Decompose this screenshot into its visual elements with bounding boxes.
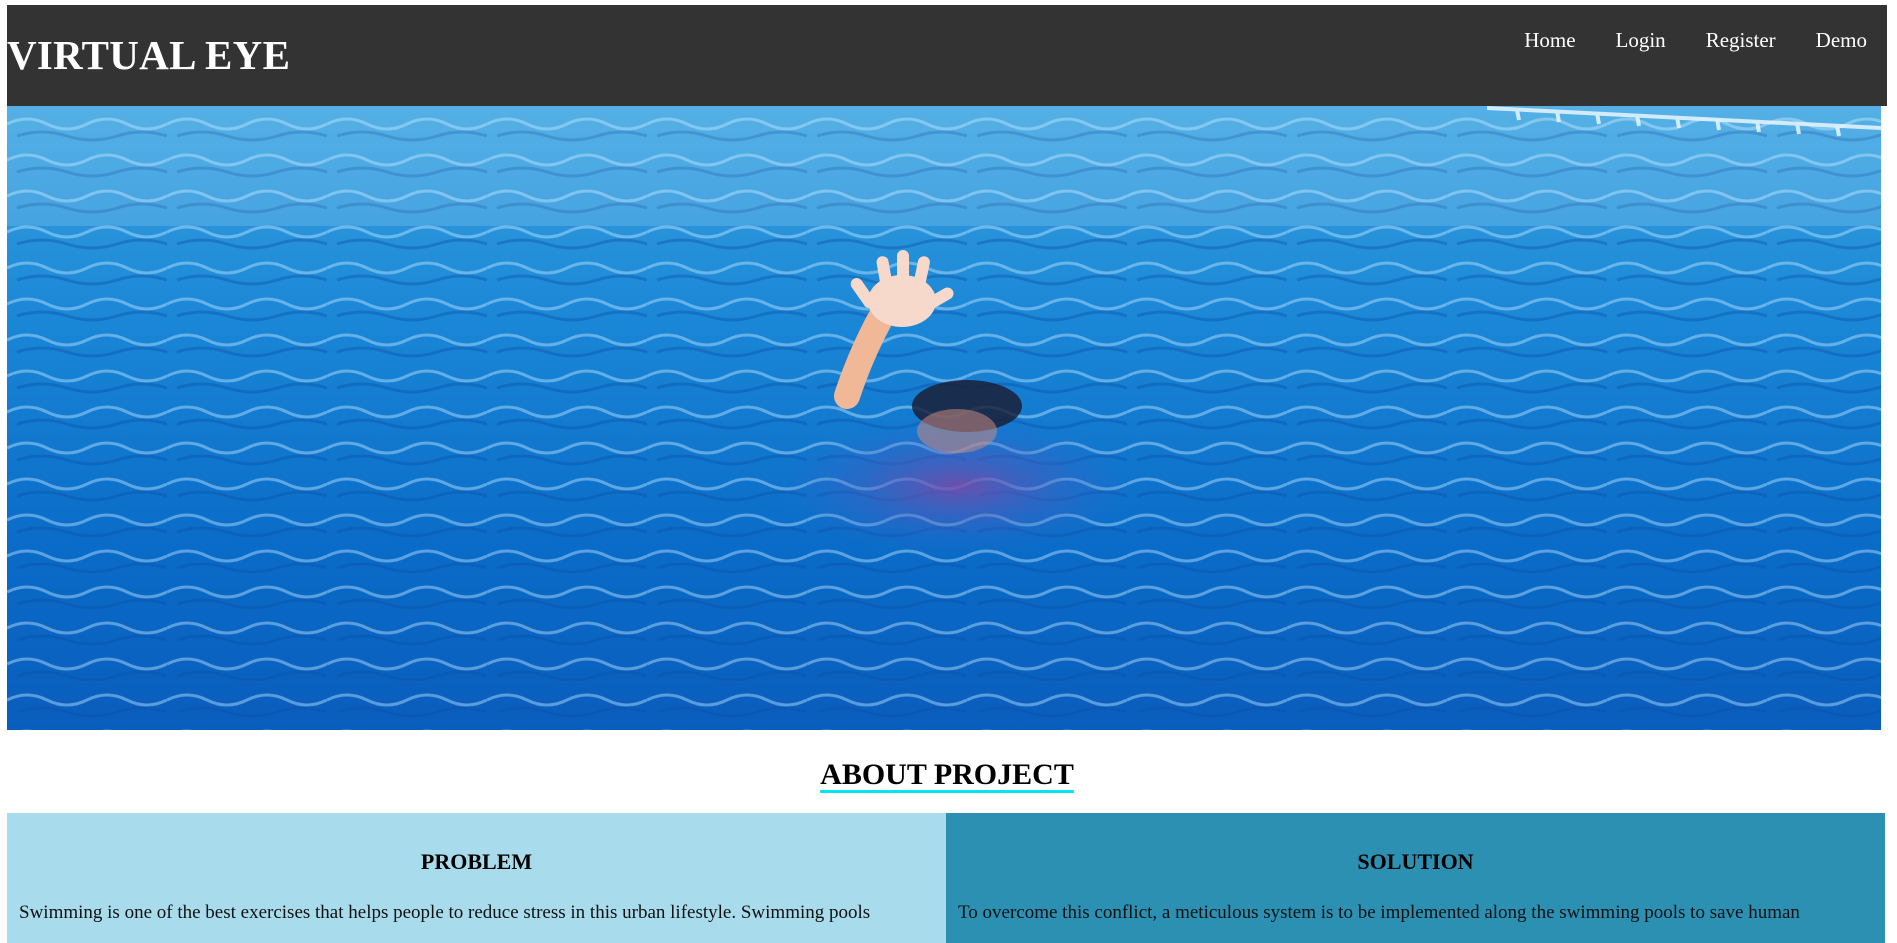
site-header: VIRTUAL EYE Home Login Register Demo — [7, 5, 1887, 106]
project-cards: PROBLEM Swimming is one of the best exer… — [7, 813, 1885, 943]
pool-illustration — [7, 106, 1881, 730]
page-scrollbar[interactable] — [1889, 0, 1897, 927]
nav-demo-link[interactable]: Demo — [1796, 25, 1887, 55]
hero-image — [7, 106, 1881, 730]
problem-text: Swimming is one of the best exercises th… — [19, 902, 871, 923]
solution-title: SOLUTION — [1357, 849, 1474, 874]
about-project-heading: ABOUT PROJECT — [7, 730, 1887, 792]
main-nav: Home Login Register Demo — [1504, 25, 1887, 55]
nav-register-link[interactable]: Register — [1686, 25, 1796, 55]
problem-title: PROBLEM — [420, 849, 533, 874]
problem-card: PROBLEM Swimming is one of the best exer… — [7, 813, 946, 943]
nav-login-link[interactable]: Login — [1596, 25, 1686, 55]
solution-card: SOLUTION To overcome this conflict, a me… — [946, 813, 1885, 943]
nav-home-link[interactable]: Home — [1504, 25, 1595, 55]
page: VIRTUAL EYE Home Login Register Demo ABO… — [7, 5, 1887, 943]
site-brand[interactable]: VIRTUAL EYE — [7, 31, 290, 79]
solution-text: To overcome this conflict, a meticulous … — [958, 902, 1800, 923]
about-project-title: ABOUT PROJECT — [820, 758, 1074, 791]
